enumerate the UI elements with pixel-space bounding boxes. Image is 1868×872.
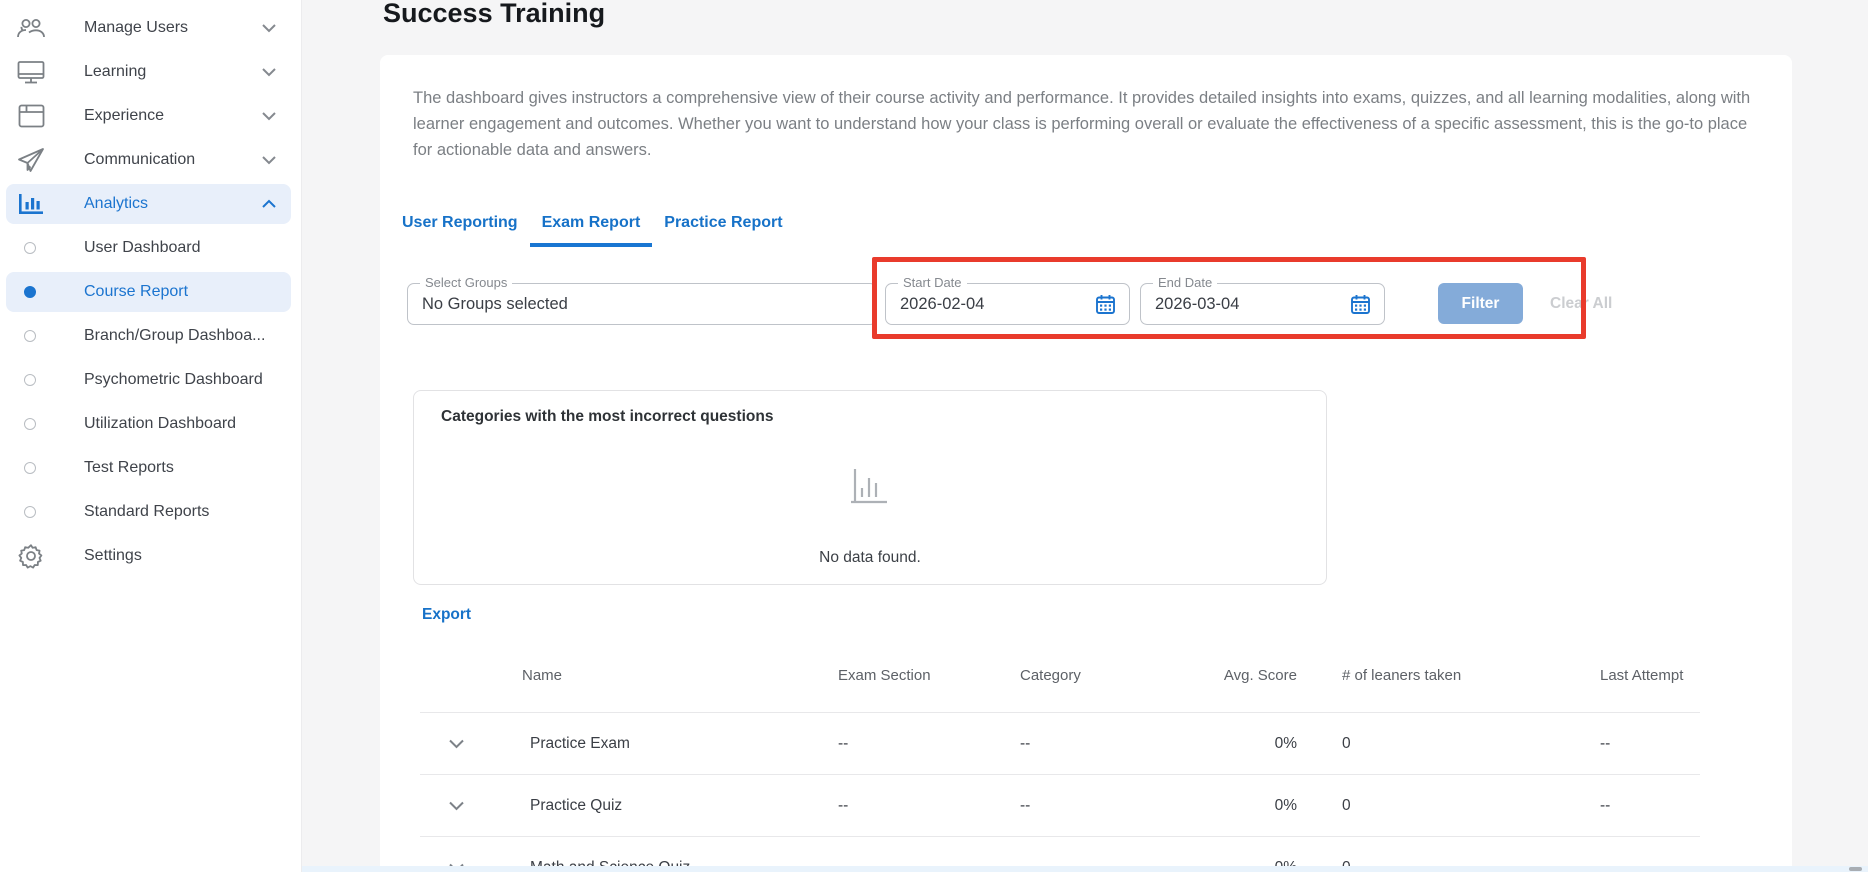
- cell-category: --: [1020, 796, 1031, 814]
- chevron-down-icon: [261, 111, 277, 121]
- sidebar-item-label: Standard Reports: [84, 503, 210, 520]
- radio-icon: [24, 242, 36, 254]
- sidebar-item-label: Analytics: [84, 195, 149, 212]
- radio-icon: [24, 506, 36, 518]
- chevron-down-icon: [261, 155, 277, 165]
- sidebar-item-label: Manage Users: [84, 19, 189, 36]
- sidebar-item-label: Test Reports: [84, 459, 174, 476]
- sidebar-item-standard-reports[interactable]: Standard Reports: [0, 490, 301, 534]
- no-data-text: No data found.: [819, 549, 921, 566]
- table-row[interactable]: Practice Quiz -- -- 0% 0 --: [420, 774, 1700, 836]
- table-header: Name Exam Section Category Avg. Score # …: [380, 667, 1792, 687]
- chevron-up-icon: [261, 199, 277, 209]
- sidebar-item-user-dashboard[interactable]: User Dashboard: [0, 226, 301, 270]
- radio-icon: [24, 462, 36, 474]
- sidebar-item-branch-group-dashboard[interactable]: Branch/Group Dashboa...: [0, 314, 301, 358]
- sidebar-item-label: Branch/Group Dashboa...: [84, 327, 266, 344]
- chevron-down-icon: [261, 23, 277, 33]
- scrollbar-thumb[interactable]: [1849, 867, 1862, 871]
- sidebar-item-utilization-dashboard[interactable]: Utilization Dashboard: [0, 402, 301, 446]
- sidebar-item-label: Utilization Dashboard: [84, 415, 237, 432]
- start-date-label: Start Date: [898, 275, 967, 290]
- sidebar-item-label: Experience: [84, 107, 165, 124]
- radio-icon: [24, 374, 36, 386]
- radio-selected-icon: [24, 286, 36, 298]
- cell-avg-score: 0%: [1274, 734, 1297, 752]
- sidebar-nav: Manage Users Learning Experience Communi…: [0, 6, 301, 578]
- sidebar-item-communication[interactable]: Communication: [0, 138, 301, 182]
- users-icon: [14, 16, 48, 40]
- sidebar-item-label: Psychometric Dashboard: [84, 371, 263, 388]
- sidebar-item-settings[interactable]: Settings: [0, 534, 301, 578]
- cell-learners-taken: 0: [1342, 796, 1351, 814]
- cell-last-attempt: --: [1600, 734, 1611, 752]
- bar-chart-icon: [14, 192, 48, 216]
- column-header-learners-taken: # of leaners taken: [1342, 667, 1462, 684]
- column-header-category: Category: [1020, 667, 1081, 684]
- report-tabs: User Reporting Exam Report Practice Repo…: [390, 205, 795, 247]
- categories-card: Categories with the most incorrect quest…: [413, 390, 1327, 585]
- sidebar-item-analytics[interactable]: Analytics: [0, 182, 301, 226]
- calendar-icon[interactable]: [1350, 294, 1371, 320]
- radio-icon: [24, 418, 36, 430]
- sidebar: Manage Users Learning Experience Communi…: [0, 0, 302, 872]
- page-title: Success Training: [383, 0, 606, 28]
- sidebar-item-manage-users[interactable]: Manage Users: [0, 6, 301, 50]
- table-row[interactable]: Practice Exam -- -- 0% 0 --: [420, 712, 1700, 774]
- end-date-label: End Date: [1153, 275, 1218, 290]
- filter-button[interactable]: Filter: [1438, 283, 1523, 324]
- send-icon: [14, 147, 48, 173]
- end-date-value: 2026-03-04: [1155, 295, 1240, 313]
- column-header-avg-score: Avg. Score: [1223, 667, 1297, 684]
- chevron-down-icon[interactable]: [448, 738, 465, 749]
- table-body: Practice Exam -- -- 0% 0 -- Practice Qui…: [420, 712, 1700, 872]
- window-icon: [14, 104, 48, 128]
- categories-card-title: Categories with the most incorrect quest…: [441, 408, 774, 425]
- filter-row: Select Groups No Groups selected Start D…: [380, 275, 1792, 325]
- export-link[interactable]: Export: [422, 606, 471, 624]
- content-card: The dashboard gives instructors a compre…: [380, 55, 1792, 872]
- cell-last-attempt: --: [1600, 796, 1611, 814]
- sidebar-item-label: Settings: [84, 547, 142, 564]
- cell-name: Practice Quiz: [530, 796, 623, 814]
- sidebar-item-learning[interactable]: Learning: [0, 50, 301, 94]
- start-date-field[interactable]: Start Date 2026-02-04: [885, 275, 1130, 325]
- sidebar-item-label: Learning: [84, 63, 147, 80]
- sidebar-item-label: Communication: [84, 151, 196, 168]
- sidebar-item-experience[interactable]: Experience: [0, 94, 301, 138]
- calendar-icon[interactable]: [1095, 294, 1116, 320]
- cell-exam-section: --: [838, 796, 849, 814]
- tab-user-reporting[interactable]: User Reporting: [390, 205, 530, 247]
- sidebar-item-test-reports[interactable]: Test Reports: [0, 446, 301, 490]
- select-groups-label: Select Groups: [420, 275, 513, 290]
- select-groups-value: No Groups selected: [422, 295, 568, 313]
- cell-category: --: [1020, 734, 1031, 752]
- end-date-field[interactable]: End Date 2026-03-04: [1140, 275, 1385, 325]
- tab-exam-report[interactable]: Exam Report: [529, 205, 653, 247]
- start-date-value: 2026-02-04: [900, 295, 985, 313]
- cell-name: Practice Exam: [530, 734, 630, 752]
- column-header-name: Name: [522, 667, 563, 684]
- chevron-down-icon: [261, 67, 277, 77]
- sidebar-item-course-report[interactable]: Course Report: [0, 270, 301, 314]
- chevron-down-icon[interactable]: [448, 800, 465, 811]
- horizontal-scrollbar[interactable]: [302, 866, 1868, 872]
- monitor-icon: [14, 60, 48, 85]
- tab-practice-report[interactable]: Practice Report: [652, 205, 794, 247]
- gear-icon: [14, 543, 48, 569]
- column-header-last-attempt: Last Attempt: [1600, 667, 1684, 684]
- cell-avg-score: 0%: [1274, 796, 1297, 814]
- cell-learners-taken: 0: [1342, 734, 1351, 752]
- bar-chart-placeholder-icon: [414, 463, 1326, 511]
- cell-exam-section: --: [838, 734, 849, 752]
- dashboard-description: The dashboard gives instructors a compre…: [413, 89, 1751, 159]
- sidebar-item-label: User Dashboard: [84, 239, 201, 256]
- clear-all-button[interactable]: Clear All: [1550, 283, 1612, 324]
- screen: Manage Users Learning Experience Communi…: [0, 0, 1868, 872]
- column-header-exam-section: Exam Section: [838, 667, 931, 684]
- sidebar-item-psychometric-dashboard[interactable]: Psychometric Dashboard: [0, 358, 301, 402]
- select-groups-field[interactable]: Select Groups No Groups selected: [407, 275, 877, 325]
- radio-icon: [24, 330, 36, 342]
- sidebar-item-label: Course Report: [84, 283, 189, 300]
